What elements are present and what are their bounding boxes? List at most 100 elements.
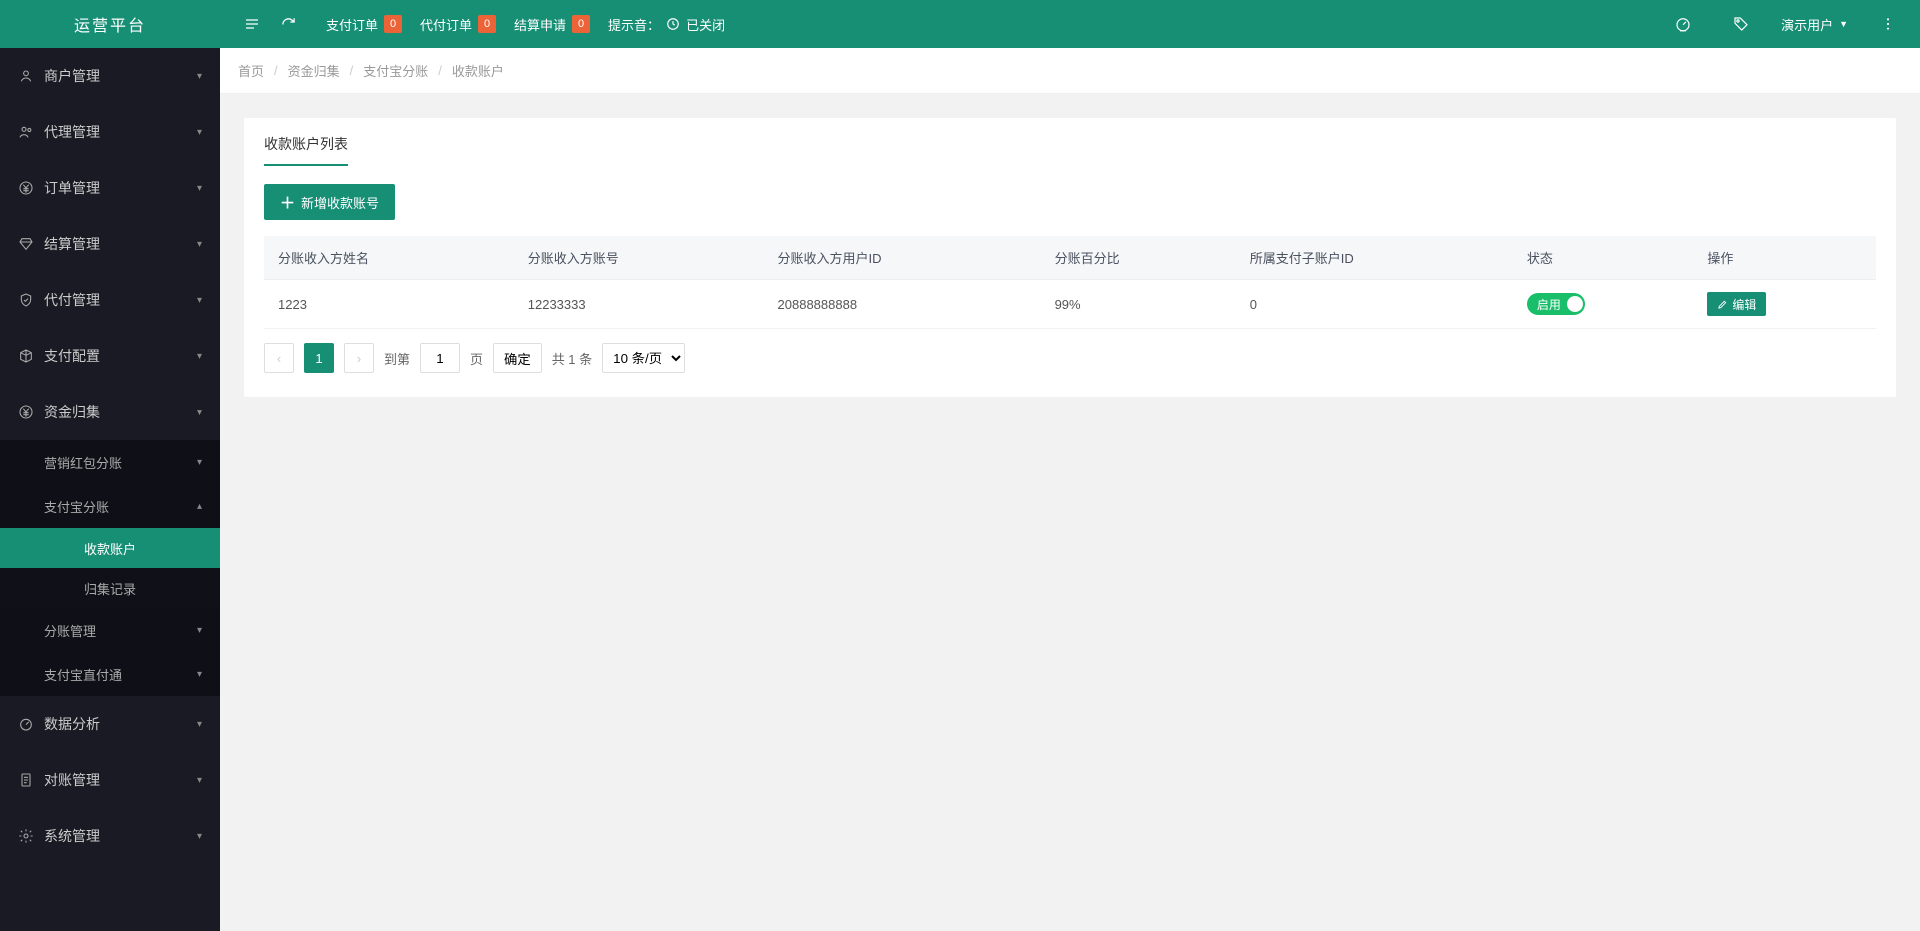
- chevron-down-icon: ▾: [197, 669, 202, 680]
- page-prev-button[interactable]: ‹: [264, 343, 294, 373]
- chevron-down-icon: ▴: [197, 407, 202, 418]
- sidebar-item-6[interactable]: 资金归集 ▴: [0, 384, 220, 440]
- brand-logo: 运营平台: [0, 0, 220, 48]
- yen-icon: [18, 180, 34, 196]
- doc-icon: [18, 772, 34, 788]
- edit-button[interactable]: 编辑: [1707, 292, 1766, 316]
- sidebar-item-9[interactable]: 系统管理 ▾: [0, 808, 220, 864]
- main-menu: 商户管理 ▾ 代理管理 ▾ 订单管理 ▾ 结算管理 ▾ 代付管理 ▾ 支付配置 …: [0, 48, 220, 931]
- page-size-select[interactable]: 10 条/页: [602, 343, 685, 373]
- cell-name: 1223: [264, 280, 514, 329]
- clock-icon: [666, 17, 680, 31]
- breadcrumb-item-1[interactable]: 资金归集: [288, 61, 340, 80]
- header-stat-0[interactable]: 支付订单 0: [326, 15, 402, 34]
- stat-label: 支付订单: [326, 15, 378, 34]
- chevron-down-icon: ▾: [197, 457, 202, 468]
- breadcrumb: 首页/资金归集/支付宝分账/收款账户: [220, 48, 1920, 94]
- submenu-item-6-1[interactable]: 支付宝分账 ▴: [0, 484, 220, 528]
- table-header-6: 操作: [1693, 236, 1876, 280]
- sound-label: 提示音：: [608, 15, 660, 34]
- submenu-item-6-0[interactable]: 营销红包分账 ▾: [0, 440, 220, 484]
- page-unit-label: 页: [470, 349, 483, 368]
- plus-icon: ＋: [280, 192, 295, 213]
- menu-fold-icon: [244, 16, 260, 32]
- refresh-button[interactable]: [270, 6, 306, 42]
- tag-icon-button[interactable]: [1723, 6, 1759, 42]
- stat-label: 代付订单: [420, 15, 472, 34]
- chevron-down-icon: ▾: [197, 351, 202, 362]
- sidebar-item-4[interactable]: 代付管理 ▾: [0, 272, 220, 328]
- pagination: ‹ 1 › 到第 页 确定 共 1 条 10 条/页: [264, 343, 1876, 373]
- chevron-down-icon: ▾: [197, 71, 202, 82]
- page-input[interactable]: [420, 343, 460, 373]
- pencil-icon: [1717, 299, 1728, 310]
- chevron-down-icon: ▾: [197, 625, 202, 636]
- cube-icon: [18, 348, 34, 364]
- sidebar-item-label: 订单管理: [44, 178, 100, 198]
- status-switch[interactable]: 启用: [1527, 293, 1585, 315]
- agent-icon: [18, 124, 34, 140]
- add-button-label: 新增收款账号: [301, 193, 379, 212]
- account-list-card: 收款账户列表 ＋ 新增收款账号 分账收入方姓名分账收入方账号分账收入方用户ID分…: [244, 118, 1896, 397]
- table-row: 1223 12233333 20888888888 99% 0 启用 编辑: [264, 280, 1876, 329]
- sidebar-item-label: 结算管理: [44, 234, 100, 254]
- sidebar-item-1[interactable]: 代理管理 ▾: [0, 104, 220, 160]
- sidebar-item-0[interactable]: 商户管理 ▾: [0, 48, 220, 104]
- chevron-down-icon: ▾: [197, 719, 202, 730]
- user-icon: [18, 68, 34, 84]
- gear-icon: [18, 828, 34, 844]
- page-next-button[interactable]: ›: [344, 343, 374, 373]
- submenu-item-label: 分账管理: [44, 621, 96, 640]
- top-header: 支付订单 0代付订单 0结算申请 0提示音： 已关闭 演示用户 ▼: [220, 0, 1920, 48]
- header-stat-2[interactable]: 结算申请 0: [514, 15, 590, 34]
- add-account-button[interactable]: ＋ 新增收款账号: [264, 184, 395, 220]
- sidebar-item-label: 对账管理: [44, 770, 100, 790]
- sound-toggle[interactable]: 提示音： 已关闭: [608, 15, 725, 34]
- user-menu[interactable]: 演示用户 ▼: [1781, 15, 1848, 34]
- more-button[interactable]: [1870, 6, 1906, 42]
- page-number-button[interactable]: 1: [304, 343, 334, 373]
- chevron-down-icon: ▾: [197, 183, 202, 194]
- submenu-item-label: 支付宝直付通: [44, 665, 122, 684]
- stat-badge: 0: [478, 15, 496, 33]
- yen-icon: [18, 404, 34, 420]
- dashboard-icon-button[interactable]: [1665, 6, 1701, 42]
- chevron-down-icon: ▾: [197, 127, 202, 138]
- breadcrumb-item-0[interactable]: 首页: [238, 61, 264, 80]
- sidebar-item-8[interactable]: 对账管理 ▾: [0, 752, 220, 808]
- submenu-item-6-3[interactable]: 支付宝直付通 ▾: [0, 652, 220, 696]
- page-total-label: 共 1 条: [552, 349, 592, 368]
- chevron-down-icon: ▾: [197, 775, 202, 786]
- page-confirm-button[interactable]: 确定: [493, 343, 542, 373]
- switch-knob: [1567, 296, 1583, 312]
- header-stat-1[interactable]: 代付订单 0: [420, 15, 496, 34]
- breadcrumb-separator: /: [350, 63, 354, 78]
- cell-subid: 0: [1236, 280, 1513, 329]
- table-header-1: 分账收入方账号: [514, 236, 764, 280]
- submenu-item-6-2[interactable]: 分账管理 ▾: [0, 608, 220, 652]
- stat-badge: 0: [572, 15, 590, 33]
- refresh-icon: [281, 17, 296, 32]
- sidebar-item-label: 数据分析: [44, 714, 100, 734]
- dashboard-icon: [1674, 15, 1692, 33]
- sidebar-item-3[interactable]: 结算管理 ▾: [0, 216, 220, 272]
- switch-label: 启用: [1537, 296, 1561, 313]
- dash-icon: [18, 716, 34, 732]
- sidebar-item-label: 商户管理: [44, 66, 100, 86]
- breadcrumb-item-2[interactable]: 支付宝分账: [363, 61, 428, 80]
- collapse-sidebar-button[interactable]: [234, 6, 270, 42]
- sidebar-item-2[interactable]: 订单管理 ▾: [0, 160, 220, 216]
- shield-icon: [18, 292, 34, 308]
- tag-icon: [1732, 15, 1750, 33]
- cell-userid: 20888888888: [764, 280, 1041, 329]
- table-header-0: 分账收入方姓名: [264, 236, 514, 280]
- sidebar-item-label: 资金归集: [44, 402, 100, 422]
- chevron-down-icon: ▴: [197, 501, 202, 512]
- chevron-down-icon: ▾: [197, 295, 202, 306]
- breadcrumb-item-3: 收款账户: [452, 61, 504, 80]
- sidebar-item-5[interactable]: 支付配置 ▾: [0, 328, 220, 384]
- submenu-item-label: 支付宝分账: [44, 497, 109, 516]
- subsub-item-6-1-0[interactable]: 收款账户: [0, 528, 220, 568]
- sidebar-item-7[interactable]: 数据分析 ▾: [0, 696, 220, 752]
- subsub-item-6-1-1[interactable]: 归集记录: [0, 568, 220, 608]
